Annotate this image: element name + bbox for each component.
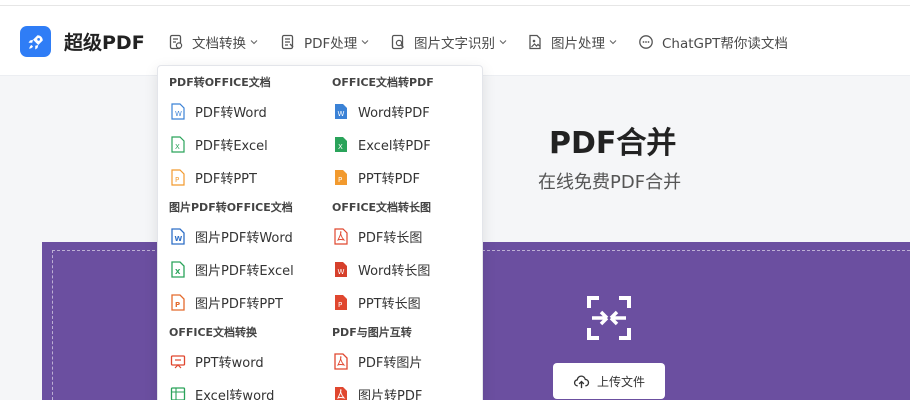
nav-ocr[interactable]: 图片文字识别 xyxy=(390,32,507,52)
menu-item-img-pdf-to-excel[interactable]: X 图片PDF转Excel xyxy=(170,259,294,279)
cloud-upload-icon xyxy=(573,375,590,388)
menu-item-ppt-to-pdf[interactable]: P PPT转PDF xyxy=(333,167,420,187)
excel-grid-icon xyxy=(170,386,186,400)
menu-item-word-to-pdf[interactable]: W Word转PDF xyxy=(333,101,430,121)
menu-item-label: Word转长图 xyxy=(358,263,431,279)
svg-text:W: W xyxy=(175,110,182,118)
menu-item-label: Excel转word xyxy=(195,388,275,400)
section-heading: OFFICE文档转换 xyxy=(169,326,258,339)
svg-text:X: X xyxy=(175,143,180,151)
brand-name[interactable]: 超级PDF xyxy=(64,28,145,55)
upload-file-button[interactable]: 上传文件 xyxy=(553,363,665,399)
chevron-down-icon xyxy=(609,40,617,45)
svg-text:P: P xyxy=(175,301,180,309)
page-title: PDF合并 xyxy=(549,126,677,161)
menu-item-label: Excel转PDF xyxy=(358,138,431,154)
nav-chatgpt[interactable]: ChatGPT帮你读文档 xyxy=(638,32,788,52)
nav-label: 图片处理 xyxy=(551,36,605,52)
menu-item-pdf-to-image[interactable]: PDF转图片 xyxy=(333,351,422,371)
section-heading: OFFICE文档转长图 xyxy=(332,201,432,214)
menu-item-label: PDF转Word xyxy=(195,105,267,121)
ocr-icon xyxy=(391,34,404,50)
page-subtitle: 在线免费PDF合并 xyxy=(538,172,682,193)
presentation-icon xyxy=(170,354,186,368)
menu-item-img-pdf-to-word[interactable]: W 图片PDF转Word xyxy=(170,226,293,246)
ppt-file-icon: P xyxy=(335,169,347,185)
menu-item-ppt-to-word[interactable]: PPT转word xyxy=(170,351,264,371)
rocket-icon xyxy=(28,34,43,49)
excel-file-icon: X xyxy=(171,135,185,153)
ppt-file-icon: P xyxy=(335,294,347,310)
menu-item-label: PPT转PDF xyxy=(358,171,420,187)
nav-image-process[interactable]: 图片处理 xyxy=(527,32,617,52)
pdf-file-icon xyxy=(335,386,347,400)
ppt-file-icon: P xyxy=(171,168,185,186)
excel-file-icon: X xyxy=(335,136,347,152)
menu-item-label: Word转PDF xyxy=(358,105,430,121)
doc-convert-icon xyxy=(169,34,183,50)
svg-text:X: X xyxy=(338,143,343,151)
nav-label: PDF处理 xyxy=(304,36,358,52)
menu-item-label: PDF转长图 xyxy=(358,230,423,246)
chevron-down-icon xyxy=(250,40,258,45)
word-file-icon: W xyxy=(335,261,347,277)
doc-convert-dropdown: PDF转OFFICE文档 OFFICE文档转PDF W PDF转Word W W… xyxy=(157,65,483,400)
chevron-down-icon xyxy=(361,40,369,45)
menu-item-label: 图片PDF转Word xyxy=(195,230,293,246)
svg-text:W: W xyxy=(338,268,345,276)
svg-text:W: W xyxy=(175,235,183,243)
section-heading: PDF转OFFICE文档 xyxy=(169,76,271,89)
nav-label: 图片文字识别 xyxy=(414,36,495,52)
menu-item-label: PPT转word xyxy=(195,355,264,371)
menu-item-label: 图片PDF转Excel xyxy=(195,263,294,279)
menu-item-image-to-pdf[interactable]: 图片转PDF xyxy=(333,384,422,400)
nav-doc-convert[interactable]: 文档转换 xyxy=(168,32,258,52)
pdf-file-icon xyxy=(334,227,348,245)
svg-text:P: P xyxy=(175,176,179,184)
word-file-icon: W xyxy=(171,227,185,245)
chevron-down-icon xyxy=(499,40,507,45)
menu-item-word-to-long-image[interactable]: W Word转长图 xyxy=(333,259,430,279)
logo[interactable] xyxy=(20,26,51,57)
nav-pdf-process[interactable]: PDF处理 xyxy=(280,32,369,52)
excel-file-icon: X xyxy=(171,260,185,278)
word-file-icon: W xyxy=(335,103,347,119)
menu-item-excel-to-pdf[interactable]: X Excel转PDF xyxy=(333,134,431,154)
menu-item-label: PDF转Excel xyxy=(195,138,268,154)
svg-text:X: X xyxy=(175,268,181,276)
menu-item-pdf-to-excel[interactable]: X PDF转Excel xyxy=(170,134,268,154)
menu-item-ppt-to-long-image[interactable]: P PPT转长图 xyxy=(333,292,421,312)
section-heading: 图片PDF转OFFICE文档 xyxy=(169,201,293,214)
menu-item-pdf-to-long-image[interactable]: PDF转长图 xyxy=(333,226,422,246)
pdf-file-icon xyxy=(334,352,348,370)
menu-item-pdf-to-ppt[interactable]: P PDF转PPT xyxy=(170,167,257,187)
menu-item-excel-to-word[interactable]: Excel转word xyxy=(170,384,274,400)
menu-item-label: PDF转PPT xyxy=(195,171,257,187)
section-heading: OFFICE文档转PDF xyxy=(332,76,434,89)
menu-item-pdf-to-word[interactable]: W PDF转Word xyxy=(170,101,267,121)
word-file-icon: W xyxy=(171,102,185,120)
svg-text:W: W xyxy=(338,110,345,118)
nav-label: ChatGPT帮你读文档 xyxy=(662,36,788,52)
image-icon xyxy=(529,34,541,50)
merge-icon xyxy=(587,296,631,340)
pdf-process-icon xyxy=(281,34,294,50)
svg-text:P: P xyxy=(338,176,342,184)
menu-item-label: PPT转长图 xyxy=(358,296,421,312)
nav-label: 文档转换 xyxy=(192,36,246,52)
upload-button-label: 上传文件 xyxy=(596,374,645,389)
chat-icon xyxy=(639,35,653,49)
menu-item-label: 图片转PDF xyxy=(358,388,423,400)
ppt-file-icon: P xyxy=(171,293,185,311)
menu-item-label: PDF转图片 xyxy=(358,355,423,371)
section-heading: PDF与图片互转 xyxy=(332,326,412,339)
menu-item-img-pdf-to-ppt[interactable]: P 图片PDF转PPT xyxy=(170,292,283,312)
menu-item-label: 图片PDF转PPT xyxy=(195,296,283,312)
svg-text:P: P xyxy=(338,301,342,309)
